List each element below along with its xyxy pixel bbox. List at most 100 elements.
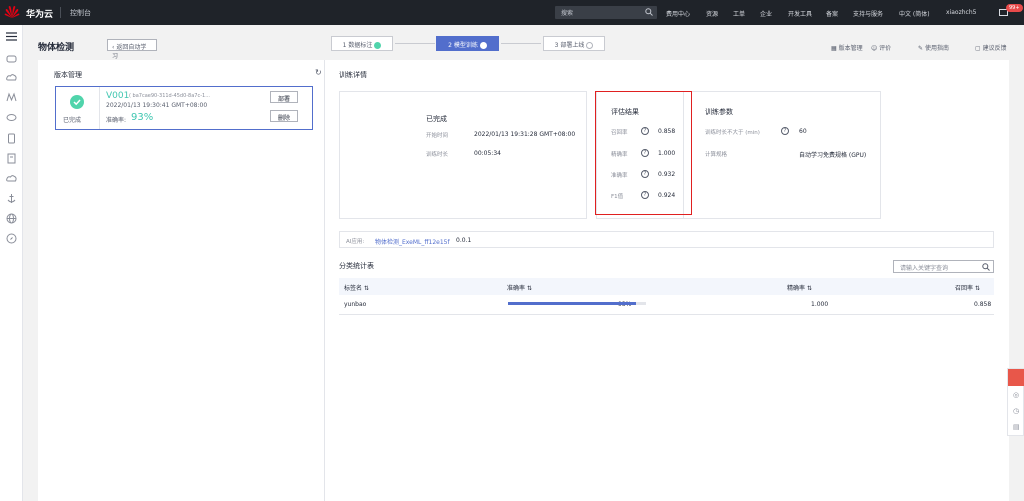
start-time-label: 开始时间 [426,133,449,139]
training-params-title: 训练参数 [705,108,733,116]
clock-icon[interactable]: ◷ [1013,407,1019,415]
version-management-link[interactable]: ▦ 版本管理 [831,43,863,52]
step-pending-icon [586,42,594,49]
search-icon[interactable] [982,263,990,271]
table-header: 标签名 ⇅ 准确率 ⇅ 精确率 ⇅ 召回率 ⇅ [339,278,994,295]
nav-support[interactable]: 支持与服务 [853,9,883,18]
delete-button[interactable]: 删除 [270,110,298,122]
sort-icon: ⇅ [806,285,812,292]
nav-username[interactable]: xiaozhch5 [946,9,976,16]
max-duration-value: 60 [799,128,807,135]
cloud-server-icon[interactable] [6,53,17,64]
sort-icon: ⇅ [363,285,369,292]
help-icon[interactable]: ? [781,127,789,135]
nav-icp[interactable]: 备案 [826,9,838,18]
header-accuracy[interactable]: 准确率 ⇅ [507,283,532,292]
nav-billing[interactable]: 费用中心 [666,9,690,18]
ai-app-label: AI应用: [346,239,365,245]
ai-app-version: 0.0.1 [456,237,472,244]
nav-enterprise[interactable]: 企业 [760,9,772,18]
service-sidebar [0,25,23,501]
ai-app-link[interactable]: 物体检测_ExeML_ff12e15f [375,237,450,246]
header-text: 召回率 [955,285,974,292]
network-icon[interactable] [6,92,17,103]
header-text: 精确率 [787,285,806,292]
start-time-value: 2022/01/13 19:31:28 GMT+08:00 [474,131,576,138]
step-active-check-icon [479,42,487,49]
check-circle-icon [70,95,84,109]
brand-name[interactable]: 华为云 [26,7,53,20]
accuracy-value: 93% [131,112,154,123]
chat-icon[interactable] [1008,369,1024,386]
max-duration-label: 训练时长不大于 (min) [705,130,760,136]
notification-badge: 99+ [1006,4,1023,12]
compute-spec-label: 计算规格 [705,152,728,158]
rate-label: 评价 [879,45,892,52]
step-data-labeling[interactable]: 1 数据标注 [331,36,393,51]
database-icon[interactable] [6,133,17,144]
highlight-annotation [595,91,692,215]
nav-language[interactable]: 中文 (简体) [899,9,930,18]
version-name[interactable]: V001 [106,91,129,101]
feedback-link[interactable]: ▢ 建议反馈 [975,43,1007,52]
floating-toolbar: ◎ ◷ ▤ [1007,368,1024,436]
search-icon[interactable] [645,8,653,16]
feedback-icon: ▢ [975,45,983,52]
training-details-title: 训练详情 [339,71,367,79]
cell-recall: 0.858 [974,301,992,308]
cloud-service-icon[interactable] [6,173,17,184]
rate-link[interactable]: ☺ 评价 [871,43,891,52]
refresh-icon[interactable]: ↻ [315,68,322,77]
search-placeholder: 请输入关键字查询 [900,265,949,272]
anchor-icon[interactable] [6,193,17,204]
compute-spec-value: 自动学习免费规格 (GPU) [799,152,867,159]
nav-resources[interactable]: 资源 [706,9,718,18]
note-icon[interactable]: ▤ [1013,423,1020,431]
nav-tickets[interactable]: 工单 [733,9,745,18]
duration-label: 训练时长 [426,152,449,158]
grid-icon: ▦ [831,45,839,52]
guide-link[interactable]: ✎ 使用指南 [918,43,949,52]
guide-label: 使用指南 [924,45,949,52]
compass-icon[interactable] [6,233,17,244]
back-label: 返回自动学习 [112,44,147,60]
edit-icon: ✎ [918,45,925,52]
globe-icon[interactable] [6,213,17,224]
nav-dev-tools[interactable]: 开发工具 [788,9,812,18]
table-row: yunbao 93% 1.000 0.858 [339,295,994,315]
sort-icon: ⇅ [526,285,532,292]
top-navigation-bar: 华为云 控制台 搜索 费用中心 资源 工单 企业 开发工具 备案 支持与服务 中… [0,0,1024,25]
step-label: 2 模型训练 [448,42,478,49]
step-model-training[interactable]: 2 模型训练 [436,36,499,51]
cloud-icon[interactable] [6,72,17,83]
version-time: 2022/01/13 19:30:41 GMT+08:00 [106,102,208,109]
menu-icon[interactable] [6,31,17,42]
accuracy-label: 准确率: [106,117,127,124]
service-icon[interactable]: ◎ [1013,391,1019,399]
version-card[interactable]: 已完成 V001 ( ba7cae90-311d-45d0-8a7c-1... … [55,86,313,130]
header-text: 标签名 [344,285,363,292]
deploy-button[interactable]: 部署 [270,91,298,103]
header-recall[interactable]: 召回率 ⇅ [955,283,980,292]
step-label: 1 数据标注 [342,42,373,49]
back-to-auto-learning-button[interactable]: ‹ 返回自动学习 [107,39,157,60]
console-link[interactable]: 控制台 [70,8,91,18]
version-management-label: 版本管理 [838,45,863,52]
huawei-logo-icon[interactable] [4,5,20,20]
global-search-input[interactable]: 搜索 [555,6,657,19]
sort-icon: ⇅ [974,285,980,292]
header-precision[interactable]: 精确率 ⇅ [787,283,812,292]
version-management-title: 版本管理 [54,71,82,79]
version-id: ( ba7cae90-311d-45d0-8a7c-1... [129,93,210,99]
storage-icon[interactable] [6,112,17,123]
accuracy-progress-bar [508,302,646,305]
page-title: 物体检测 [38,43,75,53]
document-icon[interactable] [6,153,17,164]
cell-precision: 1.000 [811,301,829,308]
smile-icon: ☺ [871,45,880,52]
step-deployment[interactable]: 3 部署上线 [543,36,605,51]
keyword-search-input[interactable]: 请输入关键字查询 [893,260,994,273]
version-status: 已完成 [56,87,100,129]
cell-label-name: yunbao [344,301,367,308]
header-label-name[interactable]: 标签名 ⇅ [344,283,369,292]
